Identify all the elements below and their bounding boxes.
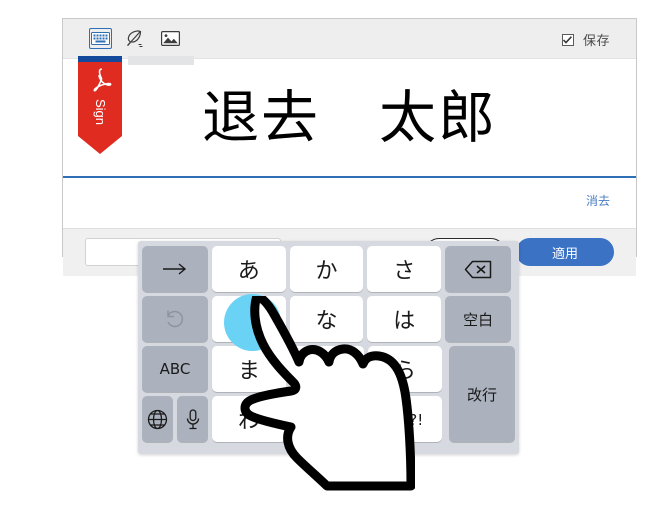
key-sa[interactable]: さ [367, 246, 442, 292]
key-undo[interactable] [142, 296, 208, 342]
sign-ribbon-label: Sign [93, 98, 108, 126]
inactive-tab-indicator[interactable] [128, 56, 194, 65]
save-checkbox[interactable] [561, 33, 574, 46]
signature-preview-field[interactable]: 退去 太郎 [63, 59, 636, 177]
signature-text: 退去 太郎 [202, 84, 497, 151]
key-cursor-right[interactable] [142, 246, 208, 292]
mic-icon[interactable] [177, 396, 208, 442]
keyboard-row-1: あ か さ [142, 246, 515, 292]
key-ka[interactable]: か [289, 246, 364, 292]
signature-mode-tools [89, 28, 182, 49]
sign-ribbon: Sign [78, 62, 122, 154]
key-abc[interactable]: ABC [142, 346, 208, 392]
image-icon[interactable] [159, 28, 182, 49]
keyboard-icon[interactable] [89, 28, 112, 49]
key-return[interactable]: 改行 [449, 346, 515, 442]
signature-dialog: 保存 退去 太郎 消去 × 閉じる 適用 [62, 18, 637, 276]
erase-link[interactable]: 消去 [586, 192, 610, 209]
globe-icon[interactable] [142, 396, 173, 442]
key-a[interactable]: あ [211, 246, 286, 292]
key-space[interactable]: 空白 [445, 296, 512, 342]
key-backspace[interactable] [445, 246, 512, 292]
pen-draw-icon[interactable] [124, 28, 147, 49]
apply-button[interactable]: 適用 [516, 238, 614, 266]
hand-pointer-illustration [240, 296, 415, 491]
erase-row: 消去 [63, 178, 636, 228]
signature-toolbar: 保存 [63, 19, 636, 59]
save-checkbox-group[interactable]: 保存 [561, 30, 610, 49]
save-label: 保存 [582, 33, 610, 48]
